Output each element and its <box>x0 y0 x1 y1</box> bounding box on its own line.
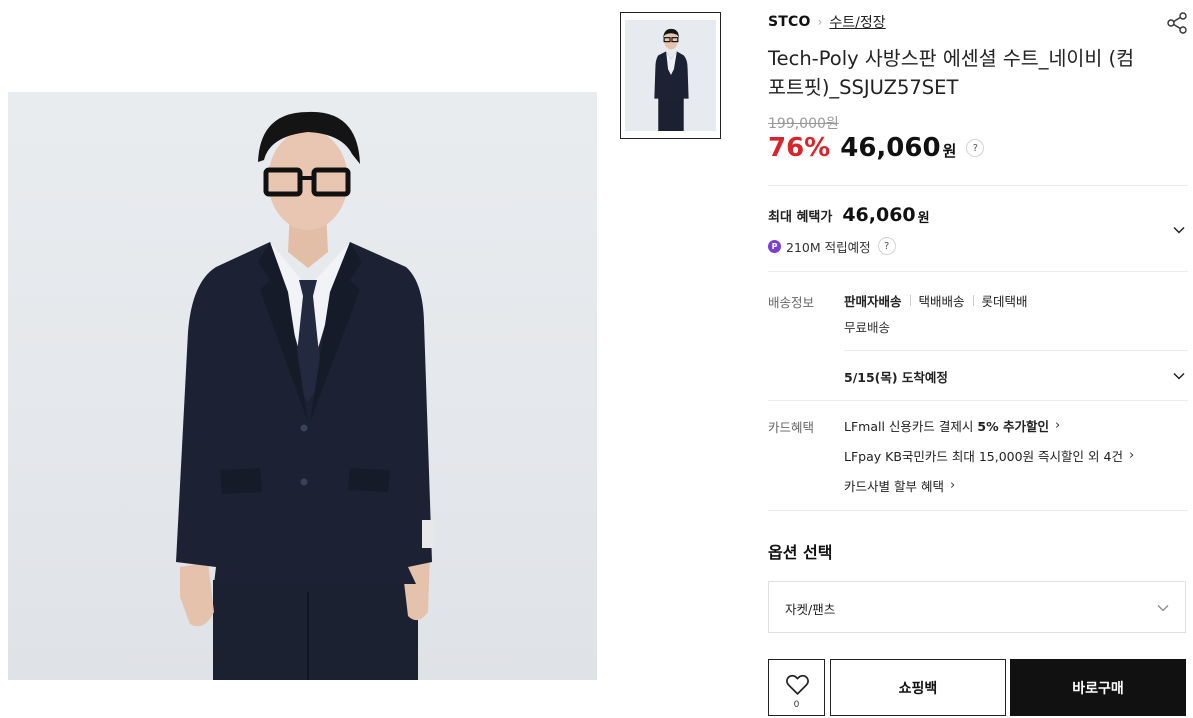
shipping-method-seller: 판매자배송 <box>844 294 902 309</box>
chevron-right-icon: › <box>949 478 956 493</box>
option-select[interactable]: 자켓/팬츠 <box>768 581 1186 633</box>
shipping-method-carrier: 롯데택배 <box>981 294 1028 309</box>
breadcrumb-category[interactable]: 수트/정장 <box>829 12 885 32</box>
chevron-right-icon: › <box>1054 418 1061 433</box>
help-icon[interactable]: ? <box>966 139 985 157</box>
option-select-value: 자켓/팬츠 <box>785 602 836 617</box>
original-price: 199,000원 <box>768 116 839 132</box>
chevron-down-icon <box>1157 605 1169 612</box>
card-benefit-lfpay[interactable]: LFpay KB국민카드 최대 15,000원 즉시할인 외 4건 › <box>844 446 1134 465</box>
product-title: Tech-Poly 사방스판 에센셜 수트_네이비 (컴포트핏)_SSJUZ57… <box>768 47 1135 99</box>
max-benefit-label: 최대 혜택가 <box>768 209 833 225</box>
shipping-method-parcel: 택배배송 <box>918 294 965 309</box>
card-benefit-lfmall[interactable]: LFmall 신용카드 결제시 5% 추가할인 › <box>844 416 1060 435</box>
help-icon[interactable]: ? <box>877 237 896 255</box>
points-text: 210M 적립예정 <box>786 239 871 255</box>
share-icon[interactable] <box>1166 12 1188 34</box>
card-benefit-highlight: 5% 추가할인 <box>977 419 1049 434</box>
breadcrumb: STCO › 수트/정장 <box>768 12 886 32</box>
divider <box>844 350 1188 351</box>
thumbnail-model-illustration <box>654 28 689 131</box>
product-info-panel: STCO › 수트/정장 Tech-Poly 사방스판 에센셜 수트_네이비 (… <box>768 0 1188 718</box>
shipping-label: 배송정보 <box>768 295 815 310</box>
breadcrumb-separator: › <box>817 15 823 29</box>
max-benefit-price: 46,060 <box>842 204 916 226</box>
max-benefit-unit: 원 <box>917 210 930 226</box>
separator <box>972 295 974 306</box>
option-section-title: 옵션 선택 <box>768 543 833 562</box>
sale-price-unit: 원 <box>942 141 957 160</box>
chevron-right-icon: › <box>1128 448 1135 463</box>
price-row: 76% 46,060 원 ? <box>768 131 985 165</box>
divider <box>768 185 1188 186</box>
card-benefit-label: 카드혜택 <box>768 420 815 435</box>
points-icon: P <box>768 239 781 253</box>
wishlist-button[interactable]: 0 <box>768 659 825 716</box>
divider <box>768 400 1188 401</box>
points-row: P 210M 적립예정 ? <box>768 236 896 256</box>
chevron-down-icon[interactable] <box>1172 223 1186 237</box>
card-benefit-text: LFpay KB국민카드 최대 15,000원 즉시할인 외 4건 <box>844 449 1123 464</box>
thumbnail-image <box>625 20 716 131</box>
divider <box>768 510 1188 511</box>
separator <box>909 295 911 306</box>
wishlist-count: 0 <box>793 700 800 710</box>
arrival-date: 5/15(목) 도착예정 <box>844 370 948 385</box>
shipping-fee: 무료배송 <box>844 320 891 335</box>
card-benefit-text: LFmall 신용카드 결제시 <box>844 419 974 434</box>
product-thumbnail[interactable] <box>620 12 721 139</box>
divider <box>768 271 1188 272</box>
max-benefit-row: 최대 혜택가 46,060 원 <box>768 201 930 229</box>
buy-now-button[interactable]: 바로구매 <box>1010 659 1186 716</box>
breadcrumb-brand[interactable]: STCO <box>768 14 811 30</box>
chevron-down-icon[interactable] <box>1172 369 1186 383</box>
heart-icon <box>786 674 809 695</box>
card-benefit-text: 카드사별 할부 혜택 <box>844 479 944 494</box>
shopping-bag-button[interactable]: 쇼핑백 <box>830 659 1006 716</box>
model-photo-illustration <box>176 111 434 680</box>
main-product-image <box>8 92 597 680</box>
shipping-methods: 판매자배송 택배배송 롯데택배 <box>844 291 1028 310</box>
discount-rate: 76% <box>768 133 831 163</box>
card-installment[interactable]: 카드사별 할부 혜택 › <box>844 476 955 495</box>
sale-price: 46,060 <box>840 133 941 163</box>
